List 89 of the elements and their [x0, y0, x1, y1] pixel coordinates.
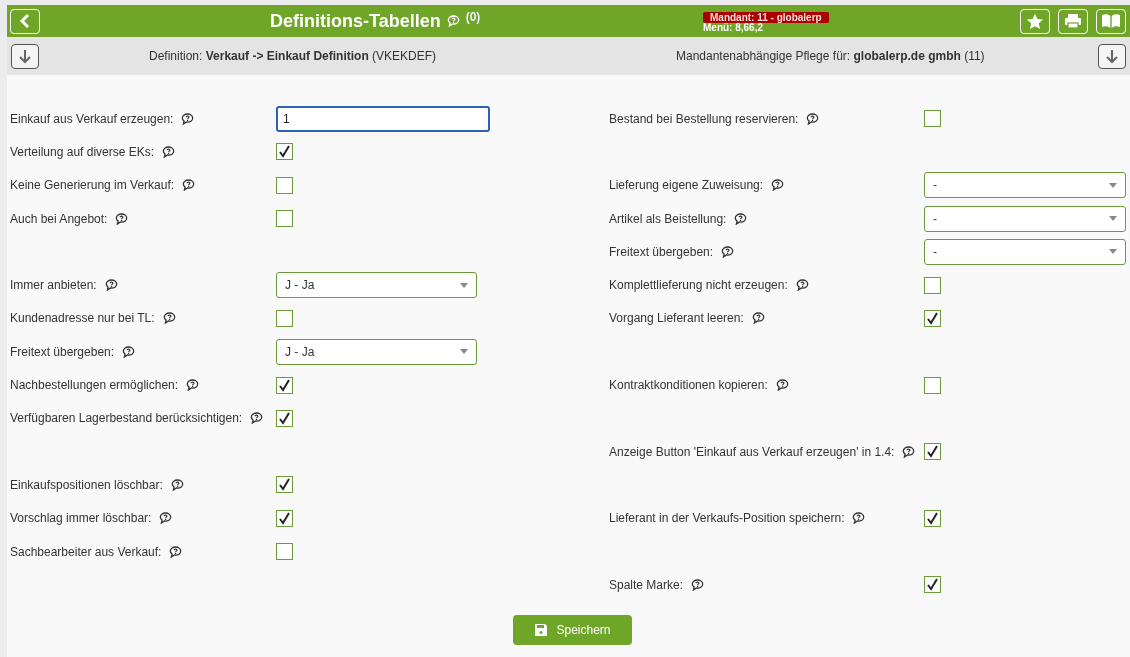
field-label: Einkauf aus Verkauf erzeugen:	[10, 111, 174, 126]
help-icon[interactable]	[691, 578, 705, 591]
help-icon[interactable]	[806, 112, 820, 125]
printer-icon	[1064, 13, 1082, 29]
help-icon[interactable]	[159, 512, 173, 525]
checkbox[interactable]	[924, 376, 941, 394]
help-icon[interactable]	[162, 145, 176, 158]
checkbox[interactable]	[276, 476, 293, 494]
field-label: Verfügbaren Lagerbestand berücksichtigen:	[10, 411, 243, 426]
help-icon[interactable]	[162, 312, 176, 325]
field-label: Einkaufspositionen löschbar:	[10, 477, 163, 492]
field-label: Nachbestellungen ermöglichen:	[10, 378, 179, 392]
field-label: Kundenadresse nur bei TL:	[10, 311, 155, 326]
expand-button[interactable]	[11, 43, 39, 69]
field-label: Spalte Marke:	[609, 577, 684, 592]
help-icon[interactable]	[250, 412, 264, 425]
chevron-left-icon	[19, 13, 31, 29]
caret-down-icon	[460, 282, 468, 288]
definition-text: Definition: Verkauf -> Einkauf Definition (VKEKDEF)	[149, 49, 437, 63]
help-icon[interactable]	[852, 512, 866, 525]
field-label: Verteilung auf diverse EKs:	[10, 144, 155, 159]
favorite-button[interactable]	[1020, 8, 1050, 34]
field-label: Sachbearbeiter aus Verkauf:	[10, 544, 162, 559]
checkbox[interactable]	[924, 309, 941, 327]
checkbox[interactable]	[276, 543, 293, 560]
field-label: Artikel als Beistellung:	[609, 211, 727, 226]
help-icon[interactable]	[771, 179, 785, 192]
manual-button[interactable]	[1096, 8, 1126, 34]
checkbox[interactable]	[276, 376, 293, 394]
caret-down-icon	[1109, 182, 1117, 188]
help-icon[interactable]	[115, 212, 129, 225]
checkbox[interactable]	[924, 110, 941, 128]
checkbox[interactable]	[924, 443, 941, 461]
checkbox[interactable]	[924, 509, 941, 527]
dropdown[interactable]: -	[924, 238, 1126, 265]
field-label: Freitext übergeben:	[10, 344, 115, 359]
help-icon[interactable]	[182, 179, 196, 192]
star-icon	[1026, 12, 1044, 30]
dropdown[interactable]: -	[924, 205, 1126, 232]
maintenance-text: Mandantenabhängige Pflege für: globalerp.de gmbh (11)	[676, 49, 985, 63]
help-icon[interactable]	[170, 478, 184, 491]
field-label: Kontraktkonditionen kopieren:	[609, 378, 768, 392]
dropdown[interactable]: J - Ja	[276, 338, 477, 365]
help-icon[interactable]	[122, 345, 136, 358]
checkbox[interactable]	[924, 276, 941, 294]
field-label: Freitext übergeben:	[609, 244, 714, 259]
page-title: Definitions-Tabellen	[270, 10, 441, 32]
checkbox[interactable]	[276, 509, 293, 527]
checkbox[interactable]	[276, 309, 293, 327]
field-label: Vorgang Lieferant leeren:	[609, 311, 744, 326]
arrow-down-icon	[1106, 48, 1118, 64]
checkbox[interactable]	[276, 143, 293, 161]
help-icon[interactable]	[104, 279, 118, 292]
checkbox[interactable]	[276, 176, 293, 194]
help-icon[interactable]	[795, 279, 809, 292]
field-label: Keine Generierung im Verkauf:	[10, 178, 175, 193]
checkbox[interactable]	[276, 210, 293, 228]
mandant-badge: Mandant: 11 - globalerp	[703, 12, 829, 23]
field-label: Lieferant in der Verkaufs-Position speichern:	[609, 511, 845, 526]
help-icon[interactable]	[775, 379, 789, 391]
print-button[interactable]	[1058, 8, 1088, 34]
help-icon[interactable]	[181, 112, 195, 125]
dropdown[interactable]: -	[924, 172, 1126, 199]
back-button[interactable]	[10, 8, 40, 34]
help-icon[interactable]	[721, 245, 735, 258]
help-count: (0)	[465, 10, 481, 24]
book-icon	[1101, 13, 1121, 29]
field-label: Lieferung eigene Zuweisung:	[609, 178, 764, 193]
dropdown[interactable]: J - Ja	[276, 272, 477, 299]
field-label: Bestand bei Bestellung reservieren:	[609, 111, 799, 126]
caret-down-icon	[1109, 249, 1117, 255]
help-icon[interactable]	[169, 545, 183, 558]
field-label: Komplettlieferung nicht erzeugen:	[609, 278, 788, 293]
caret-down-icon	[1109, 216, 1117, 222]
field-label: Anzeige Button 'Einkauf aus Verkauf erzeugen' in 1.4:	[609, 444, 895, 459]
field-label: Immer anbieten:	[10, 278, 97, 293]
arrow-down-icon	[19, 48, 31, 64]
checkbox[interactable]	[924, 576, 941, 594]
field-label: Vorschlag immer löschbar:	[10, 511, 152, 526]
help-icon[interactable]	[186, 379, 200, 391]
help-icon[interactable]	[751, 312, 765, 325]
field-label: Auch bei Angebot:	[10, 211, 108, 226]
expand-button[interactable]	[1098, 43, 1126, 69]
help-icon[interactable]	[902, 445, 916, 458]
caret-down-icon	[460, 349, 468, 355]
help-icon[interactable]	[734, 212, 748, 225]
checkbox[interactable]	[276, 409, 293, 427]
menu-info: Menü: 8,66,2	[703, 23, 765, 33]
text-field[interactable]: 1	[276, 105, 490, 132]
